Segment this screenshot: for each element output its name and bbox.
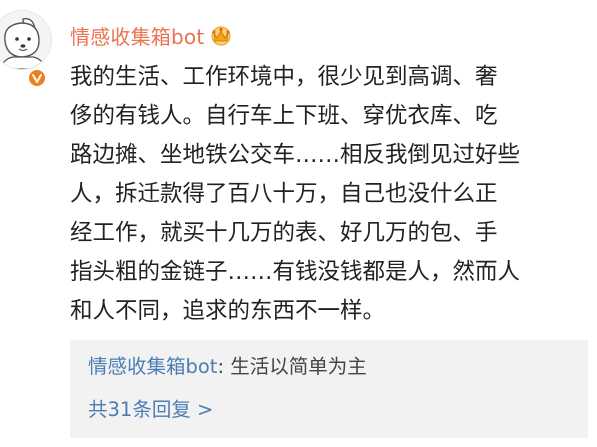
reply-text: 生活以简单为主 [230, 355, 367, 378]
content-line: 人，拆迁款得了百八十万，自己也没什么正 [70, 181, 498, 207]
author-name[interactable]: 情感收集箱bot [70, 21, 204, 50]
reply-separator: : [217, 355, 225, 378]
comment-content: 我的生活、工作环境中，很少见到高调、奢 侈的有钱人。自行车上下班、穿优衣库、吃 … [70, 58, 588, 331]
content-line: 经工作，就买十几万的表、好几万的包、手 [70, 220, 498, 246]
avatar-dog-illustration [0, 11, 51, 69]
vip-crown-icon [208, 24, 234, 46]
content-line: 路边摊、坐地铁公交车……相反我倒见过好些 [70, 142, 521, 168]
reply-preview: 情感收集箱bot: 生活以简单为主 [88, 353, 367, 381]
reply-author[interactable]: 情感收集箱bot [88, 355, 217, 378]
content-line: 侈的有钱人。自行车上下班、穿优衣库、吃 [70, 103, 498, 129]
avatar-container[interactable] [0, 10, 56, 88]
content-line: 指头粗的金链子……有钱没钱都是人，然而人 [70, 259, 521, 285]
avatar[interactable] [0, 10, 52, 70]
view-replies-link[interactable]: 共31条回复 > [88, 396, 213, 424]
comment-card: 情感收集箱bot 我的生活、工作环境中，很少见到高调、奢 侈的有钱人。自行车上下… [0, 0, 597, 447]
verified-badge-icon [27, 68, 47, 88]
author-row: 情感收集箱bot [70, 20, 234, 50]
reply-preview-box[interactable]: 情感收集箱bot: 生活以简单为主 共31条回复 > [70, 340, 588, 438]
content-line: 我的生活、工作环境中，很少见到高调、奢 [70, 64, 498, 90]
content-line: 和人不同，追求的东西不一样。 [70, 298, 386, 324]
